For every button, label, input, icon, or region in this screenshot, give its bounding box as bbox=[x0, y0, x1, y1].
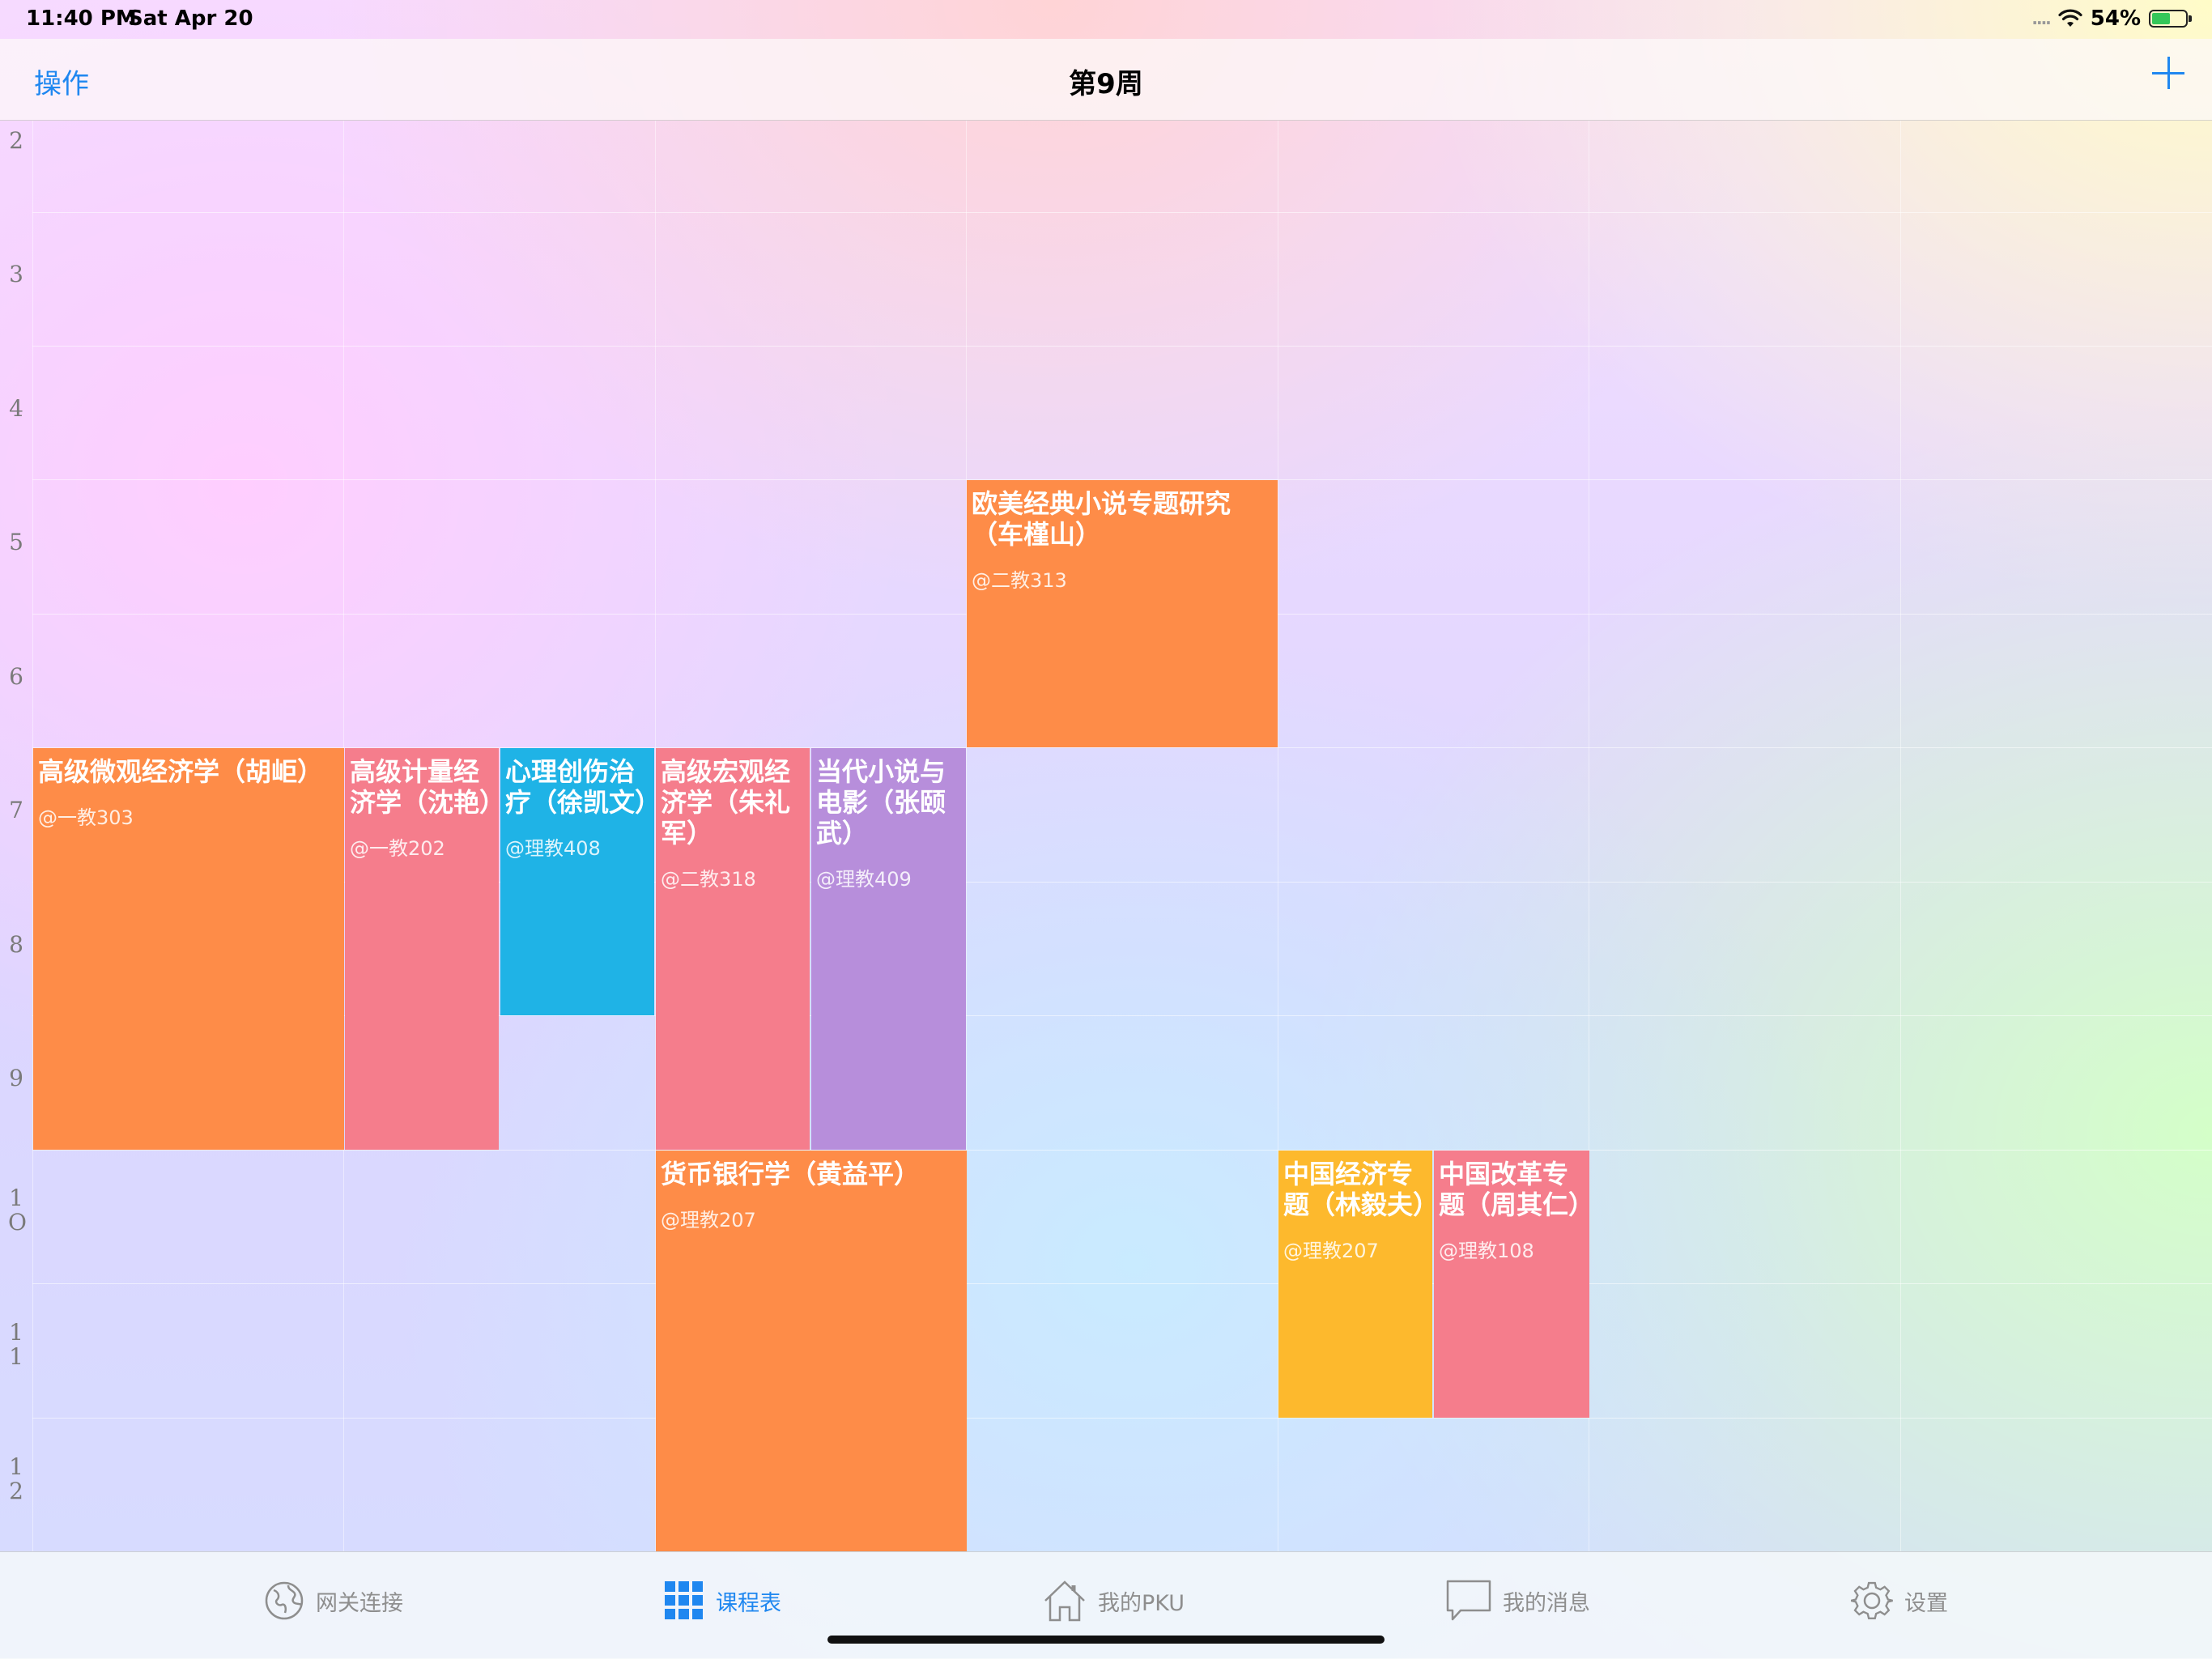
course-room: @二教313 bbox=[972, 569, 1067, 592]
course-name: 高级宏观经济学（朱礼军） bbox=[661, 756, 791, 849]
plus-icon[interactable] bbox=[2152, 57, 2184, 89]
course-room: @一教202 bbox=[350, 837, 445, 860]
status-time: 11:40 PM bbox=[26, 6, 137, 31]
hour-label: 9 bbox=[9, 1065, 23, 1091]
home-icon bbox=[1044, 1580, 1085, 1622]
tab-label: 课程表 bbox=[716, 1590, 781, 1616]
status-right: .... 54% bbox=[2031, 6, 2192, 31]
course-block[interactable]: 高级计量经济学（沈艳） @一教202 bbox=[345, 748, 499, 1150]
hour-label: 5 bbox=[9, 529, 23, 555]
grid-icon bbox=[665, 1581, 703, 1619]
course-name: 中国改革专题（周其仁） bbox=[1439, 1159, 1589, 1220]
hour-label: 3 bbox=[9, 261, 23, 287]
hour-label: 1 O bbox=[8, 1185, 27, 1236]
home-indicator bbox=[827, 1636, 1385, 1644]
grid-column-line bbox=[1900, 121, 1901, 1551]
tab-schedule[interactable]: 课程表 bbox=[664, 1576, 781, 1625]
battery-percent: 54% bbox=[2090, 6, 2141, 31]
hour-label: 8 bbox=[9, 931, 23, 958]
grid-row-line bbox=[32, 1283, 2212, 1284]
signal-dots-icon: .... bbox=[2031, 9, 2051, 28]
tab-label: 我的消息 bbox=[1503, 1590, 1590, 1616]
globe-icon bbox=[265, 1581, 304, 1620]
hour-label: 7 bbox=[9, 797, 23, 823]
gear-icon bbox=[1851, 1581, 1893, 1619]
navigation-bar: 操作 第9周 bbox=[0, 39, 2212, 121]
hour-label: 2 bbox=[9, 127, 23, 154]
course-name: 高级微观经济学（胡岠） bbox=[38, 756, 324, 787]
battery-nub bbox=[2189, 15, 2192, 22]
course-block[interactable]: 货币银行学（黄益平） @理教207 bbox=[656, 1151, 967, 1551]
course-room: @理教207 bbox=[1283, 1240, 1379, 1262]
course-block[interactable]: 高级微观经济学（胡岠） @一教303 bbox=[33, 748, 344, 1150]
hour-label: 4 bbox=[9, 395, 23, 422]
tab-label: 我的PKU bbox=[1098, 1590, 1185, 1616]
tab-gateway[interactable]: 网关连接 bbox=[264, 1576, 403, 1625]
course-name: 中国经济专题（林毅夫） bbox=[1283, 1159, 1432, 1220]
tab-label: 设置 bbox=[1904, 1590, 1948, 1616]
status-bar: 11:40 PM Sat Apr 20 .... 54% bbox=[0, 0, 2212, 39]
hour-label: 1 1 bbox=[9, 1319, 23, 1370]
course-name: 心理创伤治疗（徐凯文） bbox=[505, 756, 654, 818]
course-room: @理教408 bbox=[505, 837, 601, 860]
week-title: 第9周 bbox=[1069, 68, 1143, 100]
grid-row-line bbox=[32, 1418, 2212, 1419]
tab-settings[interactable]: 设置 bbox=[1851, 1576, 1948, 1625]
course-name: 欧美经典小说专题研究（车槿山） bbox=[972, 488, 1231, 550]
timetable-grid: 2 3 4 5 6 7 8 9 1 O 1 1 1 2 欧美经典小说专题研究（车… bbox=[0, 121, 2212, 1551]
course-block[interactable]: 当代小说与电影（张颐武） @理教409 bbox=[811, 748, 966, 1150]
status-date: Sat Apr 20 bbox=[128, 6, 253, 31]
course-block[interactable]: 中国经济专题（林毅夫） @理教207 bbox=[1278, 1151, 1432, 1418]
course-room: @一教303 bbox=[38, 806, 134, 829]
grid-row-line bbox=[32, 212, 2212, 213]
tab-label: 网关连接 bbox=[316, 1590, 403, 1616]
course-room: @理教409 bbox=[816, 868, 912, 891]
tab-my-pku[interactable]: 我的PKU bbox=[1043, 1576, 1185, 1625]
grid-row-line bbox=[32, 346, 2212, 347]
course-room: @理教207 bbox=[661, 1209, 756, 1231]
course-block[interactable]: 欧美经典小说专题研究（车槿山） @二教313 bbox=[967, 480, 1278, 747]
course-block[interactable]: 心理创伤治疗（徐凯文） @理教408 bbox=[500, 748, 654, 1015]
course-name: 货币银行学（黄益平） bbox=[661, 1159, 921, 1189]
course-room: @二教318 bbox=[661, 868, 756, 891]
grid-row-line bbox=[32, 1150, 2212, 1151]
hour-label: 1 2 bbox=[9, 1453, 23, 1504]
chat-bubble-icon bbox=[1446, 1580, 1491, 1621]
course-block[interactable]: 高级宏观经济学（朱礼军） @二教318 bbox=[656, 748, 810, 1150]
battery-fill bbox=[2152, 13, 2170, 24]
hour-label: 6 bbox=[9, 663, 23, 690]
course-block[interactable]: 中国改革专题（周其仁） @理教108 bbox=[1434, 1151, 1589, 1418]
course-name: 当代小说与电影（张颐武） bbox=[816, 756, 946, 849]
wifi-icon bbox=[2058, 9, 2082, 27]
tab-messages[interactable]: 我的消息 bbox=[1446, 1576, 1590, 1625]
course-name: 高级计量经济学（沈艳） bbox=[350, 756, 499, 818]
course-room: @理教108 bbox=[1439, 1240, 1534, 1262]
battery-icon bbox=[2149, 10, 2192, 28]
